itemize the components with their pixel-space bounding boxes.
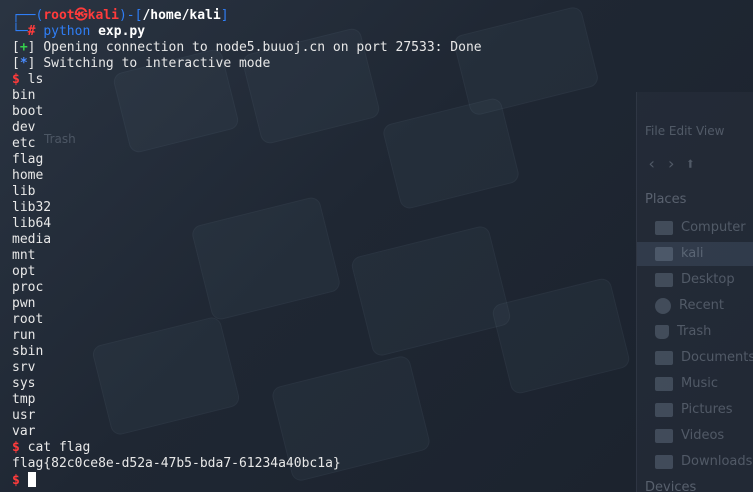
listing-entry: srv xyxy=(12,360,36,375)
text-cursor xyxy=(27,472,36,487)
listing-entry: usr xyxy=(12,408,36,423)
prompt-user: root xyxy=(43,8,75,23)
listing-entry: media xyxy=(12,232,52,247)
listing-entry: dev xyxy=(12,120,36,135)
prompt-frame-bottom: └─ xyxy=(12,24,28,39)
listing-entry: pwn xyxy=(12,296,36,311)
listing-entry: var xyxy=(12,424,36,439)
shell-command-line: $ cat flag xyxy=(12,440,753,456)
listing-entry: opt xyxy=(12,264,36,279)
listing-entry: mnt xyxy=(12,248,36,263)
active-prompt-line[interactable]: $ xyxy=(12,472,753,488)
listing-entry: lib64 xyxy=(12,216,52,231)
prompt-bracket-close: ] xyxy=(220,8,229,23)
prompt-path: /home/kali xyxy=(142,8,221,23)
listing-entry: root xyxy=(12,312,44,327)
skull-icon: ㉿ xyxy=(74,8,88,23)
command-argument: exp.py xyxy=(98,24,146,39)
flag-output: flag{82c0ce8e-d52a-47b5-bda7-61234a40bc1… xyxy=(12,456,341,471)
listing-entry: tmp xyxy=(12,392,36,407)
shell-command: cat flag xyxy=(27,440,91,455)
output-text: Opening connection to node5.buuoj.cn on … xyxy=(43,40,482,55)
terminal-output[interactable]: ┌──(root㉿kali)-[/home/kali] └─# python e… xyxy=(0,0,753,492)
listing-entry: flag xyxy=(12,152,44,167)
listing-entry: home xyxy=(12,168,44,183)
listing-entry: sbin xyxy=(12,344,44,359)
output-line: [+] Opening connection to node5.buuoj.cn… xyxy=(12,40,482,55)
prompt-line: ┌──(root㉿kali)-[/home/kali] xyxy=(12,8,753,24)
listing-entry: lib xyxy=(12,184,36,199)
prompt-host: kali xyxy=(87,8,119,23)
listing-entry: etc xyxy=(12,136,36,151)
listing-entry: run xyxy=(12,328,36,343)
output-line: [*] Switching to interactive mode xyxy=(12,56,271,71)
star-marker: * xyxy=(19,56,28,71)
command-keyword: python xyxy=(43,24,91,39)
dollar-prompt: $ xyxy=(12,440,20,455)
prompt-frame-top: ┌──( xyxy=(12,8,44,23)
dollar-prompt: $ xyxy=(12,72,20,87)
shell-command: ls xyxy=(27,72,44,87)
command-line: └─# python exp.py xyxy=(12,24,753,40)
listing-entry: proc xyxy=(12,280,44,295)
shell-command-line: $ ls xyxy=(12,72,753,88)
dollar-prompt: $ xyxy=(12,473,20,488)
directory-listing: bin boot dev etc flag home lib lib32 lib64 media m… xyxy=(12,88,753,440)
listing-entry: sys xyxy=(12,376,36,391)
listing-entry: lib32 xyxy=(12,200,52,215)
output-text: Switching to interactive mode xyxy=(43,56,271,71)
plus-marker: + xyxy=(19,40,28,55)
listing-entry: bin xyxy=(12,88,36,103)
desktop-screen: Trash File Edit View ‹ › ⬆ Places Comput… xyxy=(0,0,753,492)
listing-entry: boot xyxy=(12,104,44,119)
prompt-separator: )-[ xyxy=(118,8,143,23)
